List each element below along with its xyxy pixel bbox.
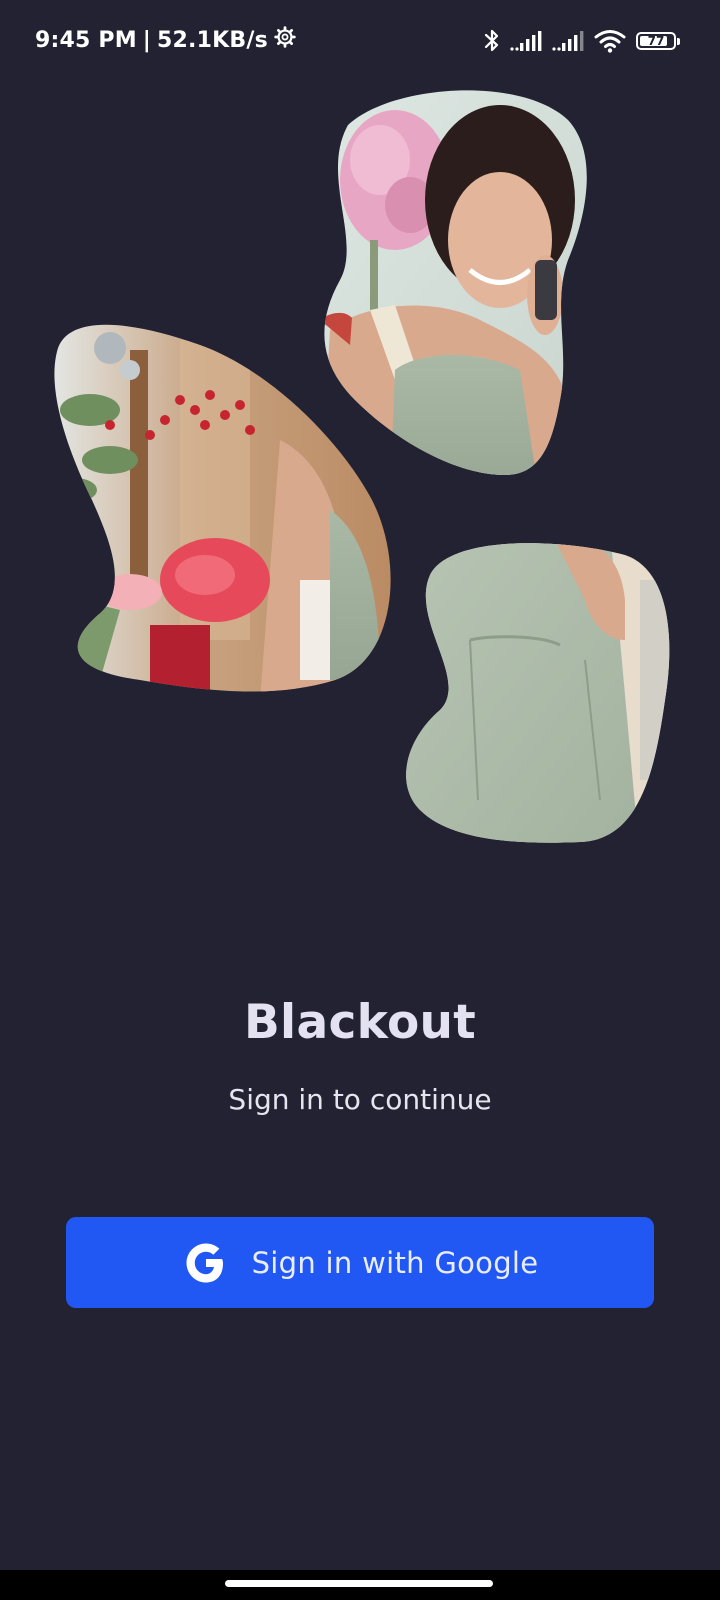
signal-icon bbox=[510, 30, 542, 52]
signal-icon bbox=[552, 30, 584, 52]
status-bar: 9:45 PM | 52.1KB/s 77 bbox=[0, 0, 720, 82]
google-g-icon bbox=[182, 1239, 230, 1287]
sign-in-screen: 9:45 PM | 52.1KB/s 77 Blackout Sign in t… bbox=[0, 0, 720, 1600]
home-indicator[interactable] bbox=[225, 1580, 493, 1587]
settings-gear-icon bbox=[274, 26, 296, 54]
status-left: 9:45 PM | 52.1KB/s bbox=[35, 26, 296, 54]
battery-level: 77 bbox=[647, 34, 665, 48]
network-speed: 52.1KB/s bbox=[157, 27, 268, 53]
subtitle: Sign in to continue bbox=[228, 1083, 492, 1116]
bluetooth-icon bbox=[484, 28, 500, 54]
google-sign-in-label: Sign in with Google bbox=[251, 1245, 539, 1280]
hero-illustration bbox=[0, 80, 720, 880]
google-sign-in-button[interactable]: Sign in with Google bbox=[66, 1217, 654, 1308]
status-separator: | bbox=[142, 27, 152, 53]
status-time: 9:45 PM bbox=[35, 27, 137, 53]
status-right: 77 bbox=[484, 26, 680, 56]
battery-icon: 77 bbox=[636, 32, 680, 50]
app-title: Blackout bbox=[243, 995, 477, 1050]
florist-woman-on-phone-photo bbox=[324, 90, 587, 476]
wifi-icon bbox=[594, 29, 626, 53]
apron-photo bbox=[406, 543, 670, 843]
